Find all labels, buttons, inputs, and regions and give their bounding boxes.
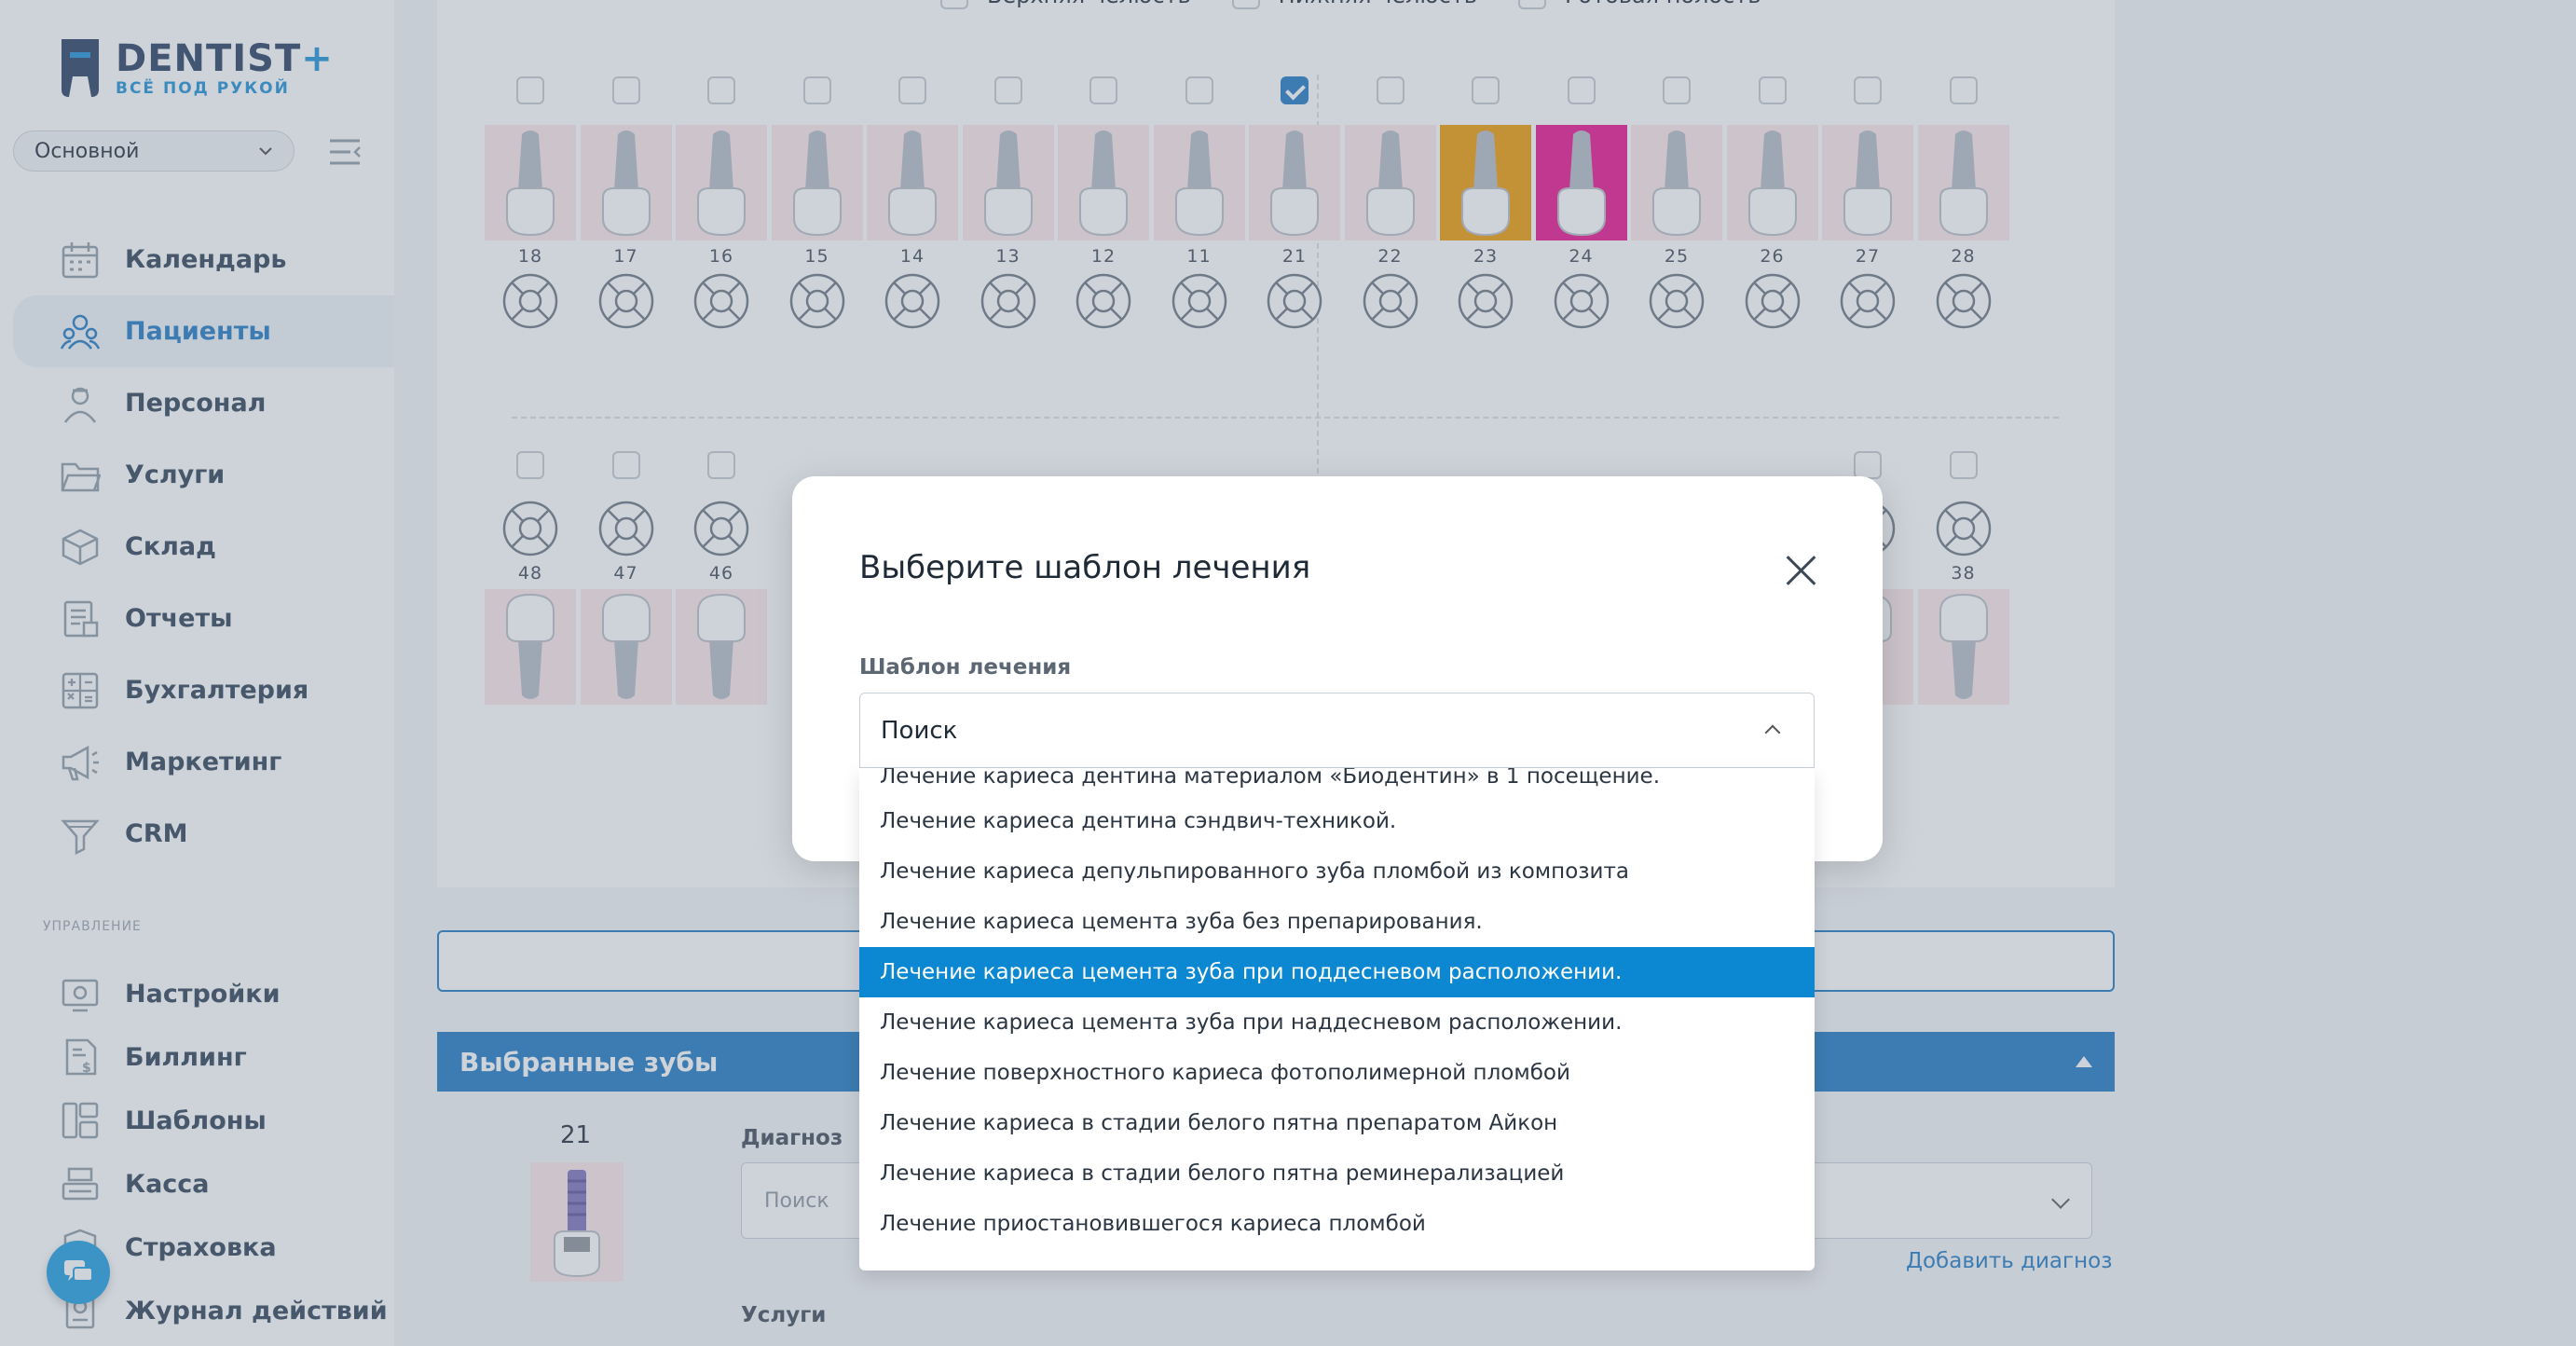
modal-title: Выберите шаблон лечения <box>859 549 1311 586</box>
dropdown-option[interactable]: Лечение поверхностного кариеса фотополим… <box>859 1048 1815 1098</box>
dropdown-option[interactable]: Лечение кариеса в стадии белого пятна ре… <box>859 1148 1815 1199</box>
dropdown-option[interactable]: Лечение кариеса цемента зуба при наддесн… <box>859 997 1815 1048</box>
dropdown-option[interactable]: Лечение приостановившегося кариеса пломб… <box>859 1199 1815 1249</box>
close-icon[interactable] <box>1786 555 1816 584</box>
template-field-label: Шаблон лечения <box>859 655 1072 680</box>
dropdown-option[interactable]: Лечение кариеса депульпированного зуба п… <box>859 846 1815 897</box>
dropdown-option[interactable]: Лечение кариеса дентина сэндвич-техникой… <box>859 796 1815 846</box>
template-dropdown-list[interactable]: Лечение кариеса дентина материалом «Биод… <box>859 768 1815 1270</box>
template-search-value: Поиск <box>881 716 958 745</box>
dropdown-option[interactable]: Лечение кариеса цемента зуба без препари… <box>859 897 1815 947</box>
chevron-up-icon <box>1764 724 1781 741</box>
dropdown-option[interactable]: Лечение кариеса в стадии белого пятна пр… <box>859 1098 1815 1148</box>
dropdown-option[interactable]: Лечение кариеса дентина материалом «Биод… <box>859 768 1815 796</box>
dropdown-option-highlighted[interactable]: Лечение кариеса цемента зуба при поддесн… <box>859 947 1815 997</box>
template-search-input[interactable]: Поиск <box>859 693 1815 768</box>
